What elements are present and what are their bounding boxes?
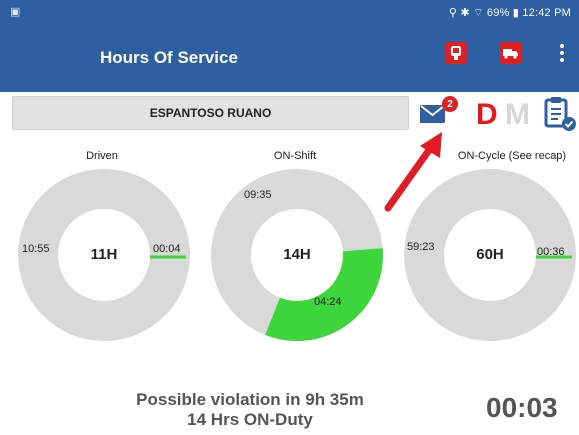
eld-device-icon xyxy=(451,46,461,60)
battery-level: 69% xyxy=(486,7,510,19)
location-icon: ⚲ xyxy=(448,7,458,19)
driver-name-button[interactable]: ESPANTOSO RUANO xyxy=(12,96,409,130)
clock: 12:42 PM xyxy=(522,7,571,19)
gauge-remaining-on-shift: 04:24 xyxy=(314,296,342,308)
notification-icon: ▣ xyxy=(10,6,21,18)
more-options-icon[interactable] xyxy=(557,40,567,66)
unread-badge: 2 xyxy=(442,96,458,112)
clipboard-check-icon[interactable] xyxy=(543,96,577,132)
gauge-used-on-cycle: 59:23 xyxy=(407,241,435,253)
gauge-remaining-on-cycle: 00:36 xyxy=(537,246,565,258)
gauge-used-driven: 10:55 xyxy=(22,243,50,255)
violation-warning: Possible violation in 9h 35m 14 Hrs ON-D… xyxy=(100,390,400,430)
gauge-label-driven: Driven xyxy=(86,150,118,162)
app-bar: Hours Of Service xyxy=(0,26,579,92)
duty-status-m[interactable]: M xyxy=(505,98,530,132)
page-title: Hours Of Service xyxy=(100,48,238,67)
violation-line-2: 14 Hrs ON-Duty xyxy=(187,410,313,429)
elapsed-timer: 00:03 xyxy=(486,392,558,423)
wifi-icon: ⌔ xyxy=(473,7,484,19)
gauge-center-driven: 11H xyxy=(90,246,118,263)
gauge-used-on-shift: 09:35 xyxy=(244,189,272,201)
duty-status-driving[interactable]: D xyxy=(476,98,498,132)
bluetooth-icon: ✱ xyxy=(460,7,470,19)
gauge-center-on-shift: 14H xyxy=(283,246,311,263)
vehicle-button[interactable] xyxy=(500,42,522,64)
eld-device-button[interactable] xyxy=(445,42,467,64)
gauge-label-on-cycle[interactable]: ON-Cycle (See recap) xyxy=(445,150,579,162)
gauge-label-on-shift: ON-Shift xyxy=(273,150,317,162)
status-bar: ▣ ⚲ ✱ ⌔ 69% ▮ 12:42 PM xyxy=(0,0,579,26)
status-bar-right: ⚲ ✱ ⌔ 69% ▮ 12:42 PM xyxy=(449,6,571,20)
violation-line-1: Possible violation in 9h 35m xyxy=(136,390,364,409)
gauge-center-on-cycle: 60H xyxy=(476,246,504,263)
battery-icon: ▮ xyxy=(512,7,520,19)
gauge-remaining-driven: 00:04 xyxy=(153,243,181,255)
truck-icon xyxy=(503,49,518,59)
